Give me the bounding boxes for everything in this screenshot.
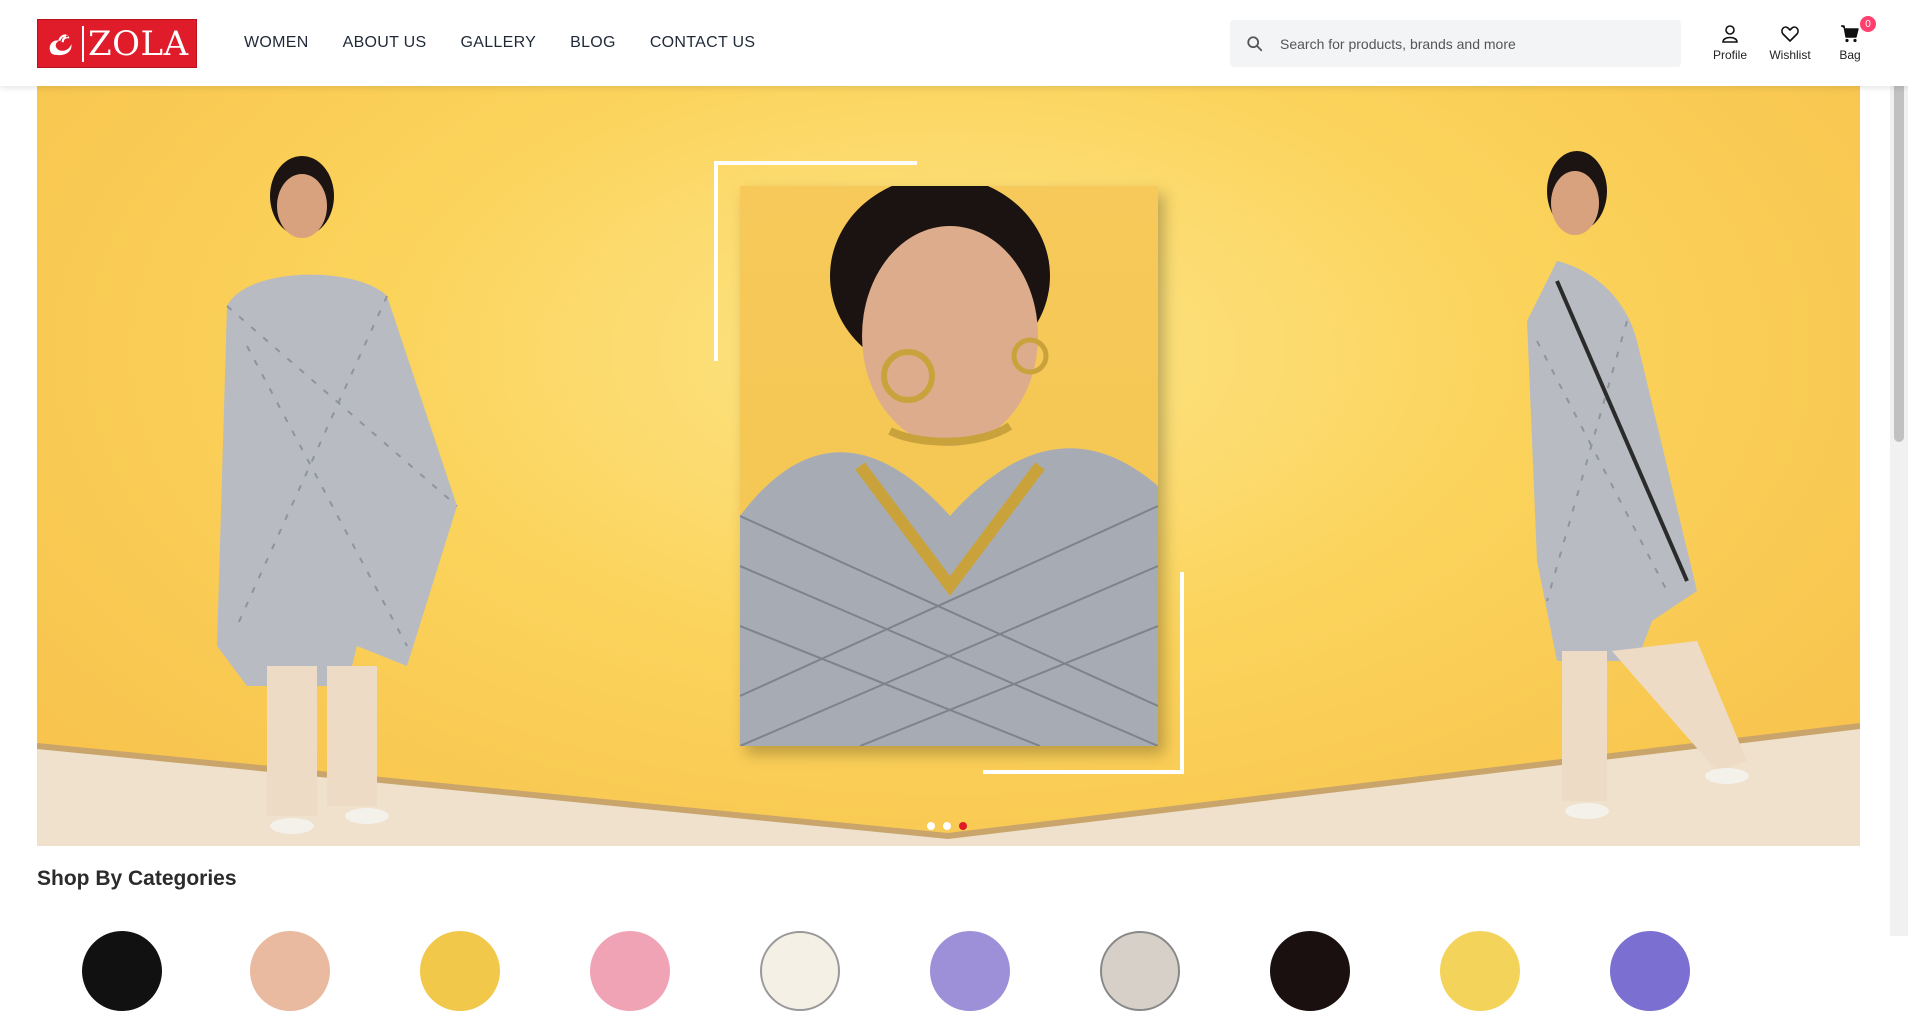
profile-label: Profile [1712,48,1747,62]
hero-carousel[interactable] [37,86,1860,846]
carousel-dot-1[interactable] [927,822,935,830]
category-item[interactable] [1270,931,1350,1011]
category-item[interactable] [1100,931,1180,1011]
zola-logo[interactable]: ZOLA [37,19,197,68]
nav-gallery[interactable]: GALLERY [461,34,537,52]
bag-label: Bag [1839,48,1861,62]
header-actions: Profile Wishlist Bag 0 [1700,16,1880,62]
hero-model-right [1527,151,1749,819]
frame-line-top [714,161,917,165]
search-input[interactable] [1280,35,1660,52]
frame-line-left [714,161,718,361]
search-icon [1247,35,1263,51]
nav-women[interactable]: WOMEN [244,34,309,52]
bag-button[interactable]: Bag 0 [1820,16,1880,62]
wishlist-label: Wishlist [1769,48,1811,62]
site-header: ZOLA WOMEN ABOUT US GALLERY BLOG CONTACT… [0,0,1908,86]
logo-divider [82,25,84,62]
category-item[interactable] [930,931,1010,1011]
category-item[interactable] [760,931,840,1011]
carousel-dot-3[interactable] [959,822,967,830]
category-strip [0,925,1890,1011]
category-item[interactable] [1610,931,1690,1011]
carousel-indicators [927,822,967,830]
hero-model-left [217,156,458,834]
profile-button[interactable]: Profile [1700,24,1760,62]
wishlist-button[interactable]: Wishlist [1760,24,1820,62]
logo-text: ZOLA [88,23,189,64]
user-icon [1722,25,1738,43]
cart-icon [1841,25,1859,43]
frame-line-bottom [983,770,1183,774]
search-bar[interactable] [1230,20,1681,67]
frame-line-right [1180,572,1184,774]
nav-about-us[interactable]: ABOUT US [343,34,427,52]
hero-center-portrait [740,186,1158,746]
bag-count-badge: 0 [1860,16,1876,32]
heart-icon [1781,26,1799,42]
category-item[interactable] [420,931,500,1011]
portrait-illustration [740,186,1158,746]
category-item[interactable] [250,931,330,1011]
nav-contact-us[interactable]: CONTACT US [650,34,756,52]
category-item[interactable] [82,931,162,1011]
swan-logo-icon [49,33,72,55]
categories-heading: Shop By Categories [37,867,237,890]
category-item[interactable] [1440,931,1520,1011]
nav-blog[interactable]: BLOG [570,34,616,52]
main-nav: WOMEN ABOUT US GALLERY BLOG CONTACT US [244,34,755,52]
page-scrollbar[interactable] [1890,0,1908,936]
category-item[interactable] [590,931,670,1011]
carousel-dot-2[interactable] [943,822,951,830]
